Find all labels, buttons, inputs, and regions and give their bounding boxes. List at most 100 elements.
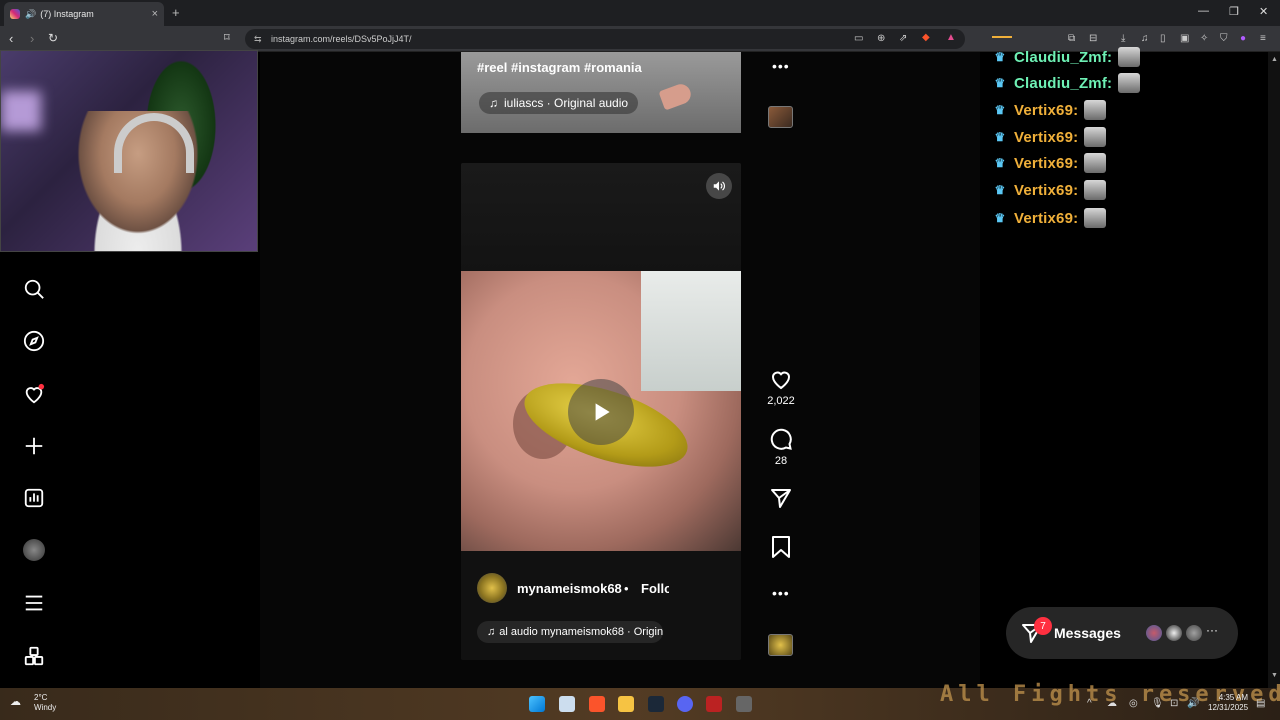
reel-audio-pill[interactable]: ♫ al audio mynameismok68 · Original audi… — [477, 621, 663, 643]
audio-thumbnail[interactable] — [768, 634, 793, 656]
back-icon[interactable]: ‹ — [9, 31, 13, 46]
cast-icon[interactable]: ▭ — [854, 33, 863, 44]
close-window-icon[interactable]: ✕ — [1259, 5, 1268, 18]
more-options-icon[interactable]: ••• — [772, 58, 790, 74]
profile-icon[interactable] — [20, 536, 48, 564]
menu-icon[interactable] — [20, 589, 48, 617]
app-icon[interactable] — [736, 696, 752, 712]
mod-badge-icon: ♛ — [994, 50, 1006, 64]
reel-username[interactable]: mynameismok68 — [517, 581, 622, 596]
taskview-icon[interactable] — [559, 696, 575, 712]
share-page-icon[interactable]: ⇗ — [899, 33, 907, 44]
volume-tray-icon[interactable]: 🔊 — [1187, 698, 1199, 709]
notifications-icon[interactable]: ▤ — [1256, 698, 1265, 709]
brave-taskbar-icon[interactable] — [589, 696, 605, 712]
explore-icon[interactable] — [20, 327, 48, 355]
discord-icon[interactable] — [677, 696, 693, 712]
more-options-icon[interactable]: ••• — [772, 585, 790, 601]
system-clock[interactable]: 4:35 AM 12/31/2025 — [1208, 693, 1248, 713]
tab-search-icon[interactable]: ⊟ — [1089, 33, 1097, 44]
reel-thumbnail-detail — [658, 81, 694, 111]
messages-button[interactable]: 7 Messages ··· — [1006, 607, 1238, 659]
site-info-icon[interactable]: ⇆ — [254, 34, 262, 45]
sidebar-icon[interactable]: ▯ — [1160, 33, 1166, 44]
close-tab-icon[interactable]: × — [152, 8, 158, 20]
wallet-icon[interactable]: ▣ — [1180, 33, 1189, 44]
weather-widget[interactable]: ☁ 2°C Windy — [10, 693, 56, 713]
reel-audio-text: iuliascs · Original audio — [504, 96, 629, 110]
heart-icon[interactable] — [20, 380, 48, 408]
tray-app-icon[interactable]: ◎ — [1129, 698, 1138, 709]
restore-icon[interactable]: ❐ — [1229, 5, 1239, 18]
volume-icon[interactable] — [706, 173, 732, 199]
weather-desc: Windy — [34, 703, 57, 712]
reel-audio-pill[interactable]: ♫ iuliascs · Original audio — [479, 92, 639, 114]
emote-icon — [1118, 73, 1141, 93]
leo-icon[interactable]: ✧ — [1200, 33, 1208, 44]
emote-icon — [1084, 100, 1107, 120]
previous-reel[interactable]: #reel #instagram #romania ♫ iuliascs · O… — [461, 52, 741, 133]
search-icon[interactable] — [20, 275, 48, 303]
scroll-up-icon[interactable]: ▲ — [1271, 56, 1278, 63]
downloads-icon[interactable]: ⤓ — [1121, 33, 1125, 44]
url-text: instagram.com/reels/DSv5PoJjJ4T/ — [271, 34, 412, 44]
chat-message: ♛ Claudiu_Zmf: — [992, 46, 1141, 68]
browser-menu-icon[interactable]: ≡ — [1260, 33, 1266, 44]
vpn-icon[interactable]: ⛉ — [1220, 33, 1228, 44]
music-note-icon: ♫ — [489, 96, 498, 110]
chat-message: ♛ Vertix69: — [992, 126, 1107, 148]
app-icon[interactable] — [706, 696, 722, 712]
webcam-lamp — [1, 91, 41, 131]
video-background-wall — [641, 271, 741, 391]
reel-top-area — [461, 163, 741, 271]
play-icon[interactable] — [568, 379, 634, 445]
new-tab-button[interactable]: + — [172, 5, 180, 20]
mod-badge-icon: ♛ — [994, 183, 1006, 197]
comment-icon[interactable] — [768, 426, 794, 452]
explorer-icon[interactable] — [618, 696, 634, 712]
tray-app-icon[interactable]: ☁ — [1107, 698, 1117, 709]
brave-rewards-icon[interactable]: ▲ — [946, 32, 956, 43]
browser-tab-instagram[interactable]: 🔊 (7) Instagram × — [4, 2, 164, 26]
network-icon[interactable]: ⊡ — [1170, 698, 1178, 709]
speaker-icon[interactable]: 🔊 — [25, 9, 36, 20]
apps-icon[interactable] — [20, 642, 48, 670]
minimize-icon[interactable]: — — [1198, 5, 1209, 17]
save-icon[interactable] — [768, 534, 794, 560]
more-avatars-icon: ··· — [1206, 623, 1218, 637]
reel-video[interactable] — [461, 271, 741, 551]
steam-icon[interactable] — [648, 696, 664, 712]
scroll-down-icon[interactable]: ▼ — [1271, 672, 1278, 679]
clock-time: 4:35 AM — [1218, 693, 1249, 702]
reload-icon[interactable]: ↻ — [48, 31, 58, 45]
extensions-icon[interactable]: ⧉ — [1068, 33, 1075, 44]
avatar — [1164, 623, 1184, 643]
reel-audio-text: al audio mynameismok68 · Original audio — [499, 626, 663, 638]
mod-badge-icon: ♛ — [994, 211, 1006, 225]
bookmark-icon[interactable]: ⌑ — [224, 31, 230, 44]
zoom-icon[interactable]: ⊕ — [877, 33, 885, 44]
stats-icon[interactable] — [20, 484, 48, 512]
avatar[interactable] — [477, 573, 507, 603]
weather-cloud-icon: ☁ — [10, 696, 21, 708]
media-icon[interactable]: ♫ — [1141, 33, 1149, 44]
follow-button[interactable]: Follow — [641, 581, 669, 596]
clock-date: 12/31/2025 — [1208, 703, 1249, 712]
avatar — [1184, 623, 1204, 643]
brave-shield-icon[interactable]: ◆ — [922, 32, 930, 43]
share-icon[interactable] — [768, 485, 794, 511]
audio-thumbnail[interactable] — [768, 106, 793, 128]
emote-icon — [1084, 180, 1107, 200]
chat-message: ♛ Claudiu_Zmf: — [992, 72, 1141, 94]
mic-icon[interactable]: 🎙 — [1151, 698, 1164, 709]
weather-temp: 2°C — [34, 693, 48, 702]
tray-chevron-icon[interactable]: ^ — [1087, 698, 1092, 709]
like-count: 2,022 — [767, 395, 795, 407]
like-icon[interactable] — [768, 366, 794, 392]
forward-icon[interactable]: › — [30, 31, 34, 46]
create-icon[interactable] — [20, 432, 48, 460]
profile-browser-icon[interactable]: ● — [1240, 33, 1246, 44]
page-scrollbar[interactable]: ▲ ▼ — [1268, 52, 1280, 688]
start-icon[interactable] — [529, 696, 545, 712]
browser-tab-bar: 🔊 (7) Instagram × + — ❐ ✕ — [0, 0, 1280, 26]
